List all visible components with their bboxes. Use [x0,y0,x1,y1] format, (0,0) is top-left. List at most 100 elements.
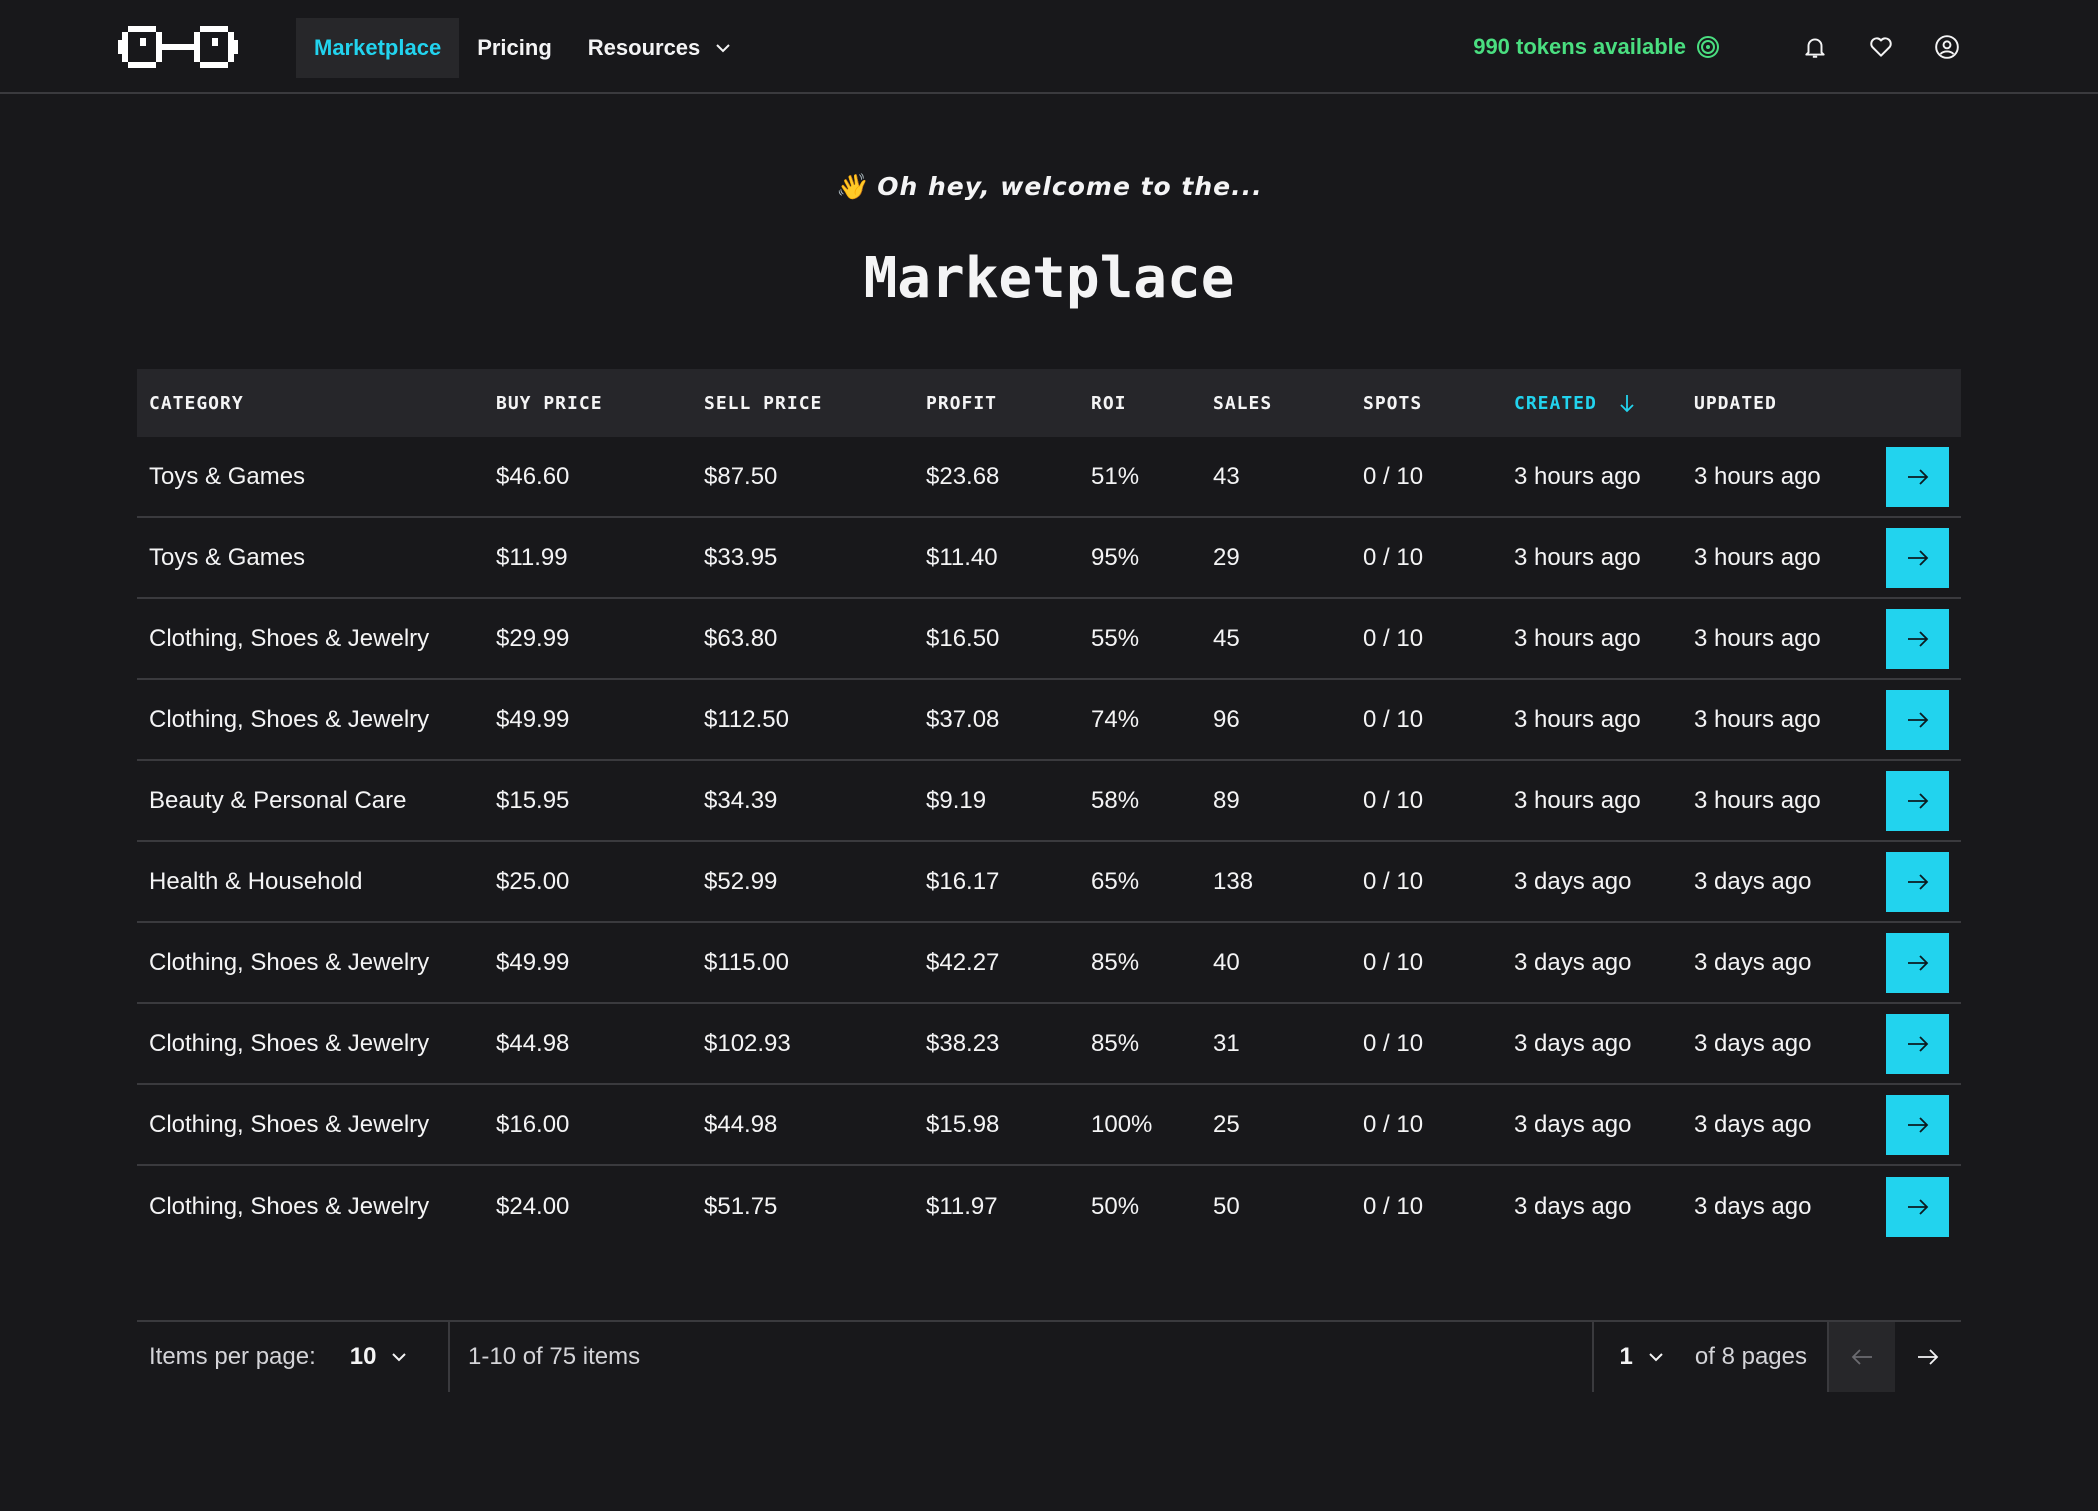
open-listing-button[interactable] [1886,851,1949,912]
arrow-right-icon [1907,954,1928,971]
cell-spots: 0 / 10 [1363,1192,1424,1220]
chevron-down-icon [392,1353,407,1362]
open-listing-button[interactable] [1886,608,1949,669]
cell-spots: 0 / 10 [1363,1110,1424,1138]
header-roi[interactable]: ROI [1079,393,1201,414]
cell-spots: 0 / 10 [1363,786,1424,814]
cell-created: 3 days ago [1514,1192,1632,1220]
header-profit[interactable]: PROFIT [914,393,1079,414]
cell-buy-price: $24.00 [496,1192,570,1220]
chevron-down-icon [716,44,730,53]
open-listing-button[interactable] [1886,1013,1949,1074]
items-per-page: Items per page: 10 [137,1322,450,1392]
header-sell-price[interactable]: SELL PRICE [692,393,914,414]
pagination: Items per page: 10 1-10 of 75 items 1 of… [137,1320,1961,1392]
header-updated[interactable]: UPDATED [1682,393,1872,414]
tokens-available[interactable]: 990 tokens available [1473,34,1720,60]
cell-roi: 85% [1091,948,1140,976]
cell-created: 3 days ago [1514,1029,1632,1057]
cell-created: 3 days ago [1514,948,1632,976]
nav-resources-dropdown[interactable]: Resources [570,18,751,78]
cell-profit: $11.97 [926,1192,998,1220]
user-icon [1935,35,1959,59]
cell-category: Clothing, Shoes & Jewelry [149,1029,430,1057]
arrow-right-icon [1907,630,1928,647]
header-spots[interactable]: SPOTS [1351,393,1502,414]
open-listing-button[interactable] [1886,932,1949,993]
open-listing-button[interactable] [1886,689,1949,750]
cell-roi: 51% [1091,462,1140,490]
cell-updated: 3 hours ago [1694,786,1821,814]
open-listing-button[interactable] [1886,1094,1949,1155]
cell-sell-price: $87.50 [704,462,778,490]
cell-buy-price: $46.60 [496,462,570,490]
cell-sales: 96 [1213,705,1240,733]
table-row: Beauty & Personal Care $15.95 $34.39 $9.… [137,761,1961,842]
header-category[interactable]: CATEGORY [137,393,484,414]
cell-created: 3 hours ago [1514,543,1641,571]
cell-action [1872,851,1961,912]
previous-page-button[interactable] [1829,1322,1895,1392]
page-select[interactable]: 1 [1620,1343,1665,1371]
cell-category: Clothing, Shoes & Jewelry [149,705,430,733]
cell-category: Clothing, Shoes & Jewelry [149,624,430,652]
cell-roi: 58% [1091,786,1140,814]
cell-updated: 3 hours ago [1694,624,1821,652]
open-listing-button[interactable] [1886,527,1949,588]
cell-updated: 3 days ago [1694,867,1812,895]
cell-updated: 3 hours ago [1694,705,1821,733]
arrow-right-icon [1907,1035,1928,1052]
page-title: Marketplace [863,246,1235,311]
cell-buy-price: $11.99 [496,543,568,571]
arrow-left-icon [1851,1349,1872,1365]
cell-category: Clothing, Shoes & Jewelry [149,1110,430,1138]
cell-created: 3 hours ago [1514,705,1641,733]
logo-glasses-icon[interactable] [118,22,238,72]
items-range: 1-10 of 75 items [468,1343,641,1370]
items-per-page-select[interactable]: 10 [350,1343,409,1371]
open-listing-button[interactable] [1886,770,1949,831]
cell-spots: 0 / 10 [1363,543,1424,571]
cell-sell-price: $33.95 [704,543,778,571]
cell-category: Health & Household [149,867,363,895]
arrow-right-icon [1907,792,1928,809]
open-listing-button[interactable] [1886,1176,1949,1237]
hero-subtitle: 👋 Oh hey, welcome to the... [0,172,2098,202]
open-listing-button[interactable] [1886,446,1949,507]
top-nav: Marketplace Pricing Resources 990 tokens… [0,0,2098,94]
table-header: CATEGORY BUY PRICE SELL PRICE PROFIT ROI… [137,369,1961,437]
cell-updated: 3 days ago [1694,948,1812,976]
notifications-button[interactable] [1802,34,1828,60]
chevron-down-icon [1649,1353,1663,1362]
cell-sales: 40 [1213,948,1240,976]
cell-created: 3 hours ago [1514,462,1641,490]
cell-roi: 50% [1091,1192,1140,1220]
header-buy-price[interactable]: BUY PRICE [484,393,692,414]
cell-sales: 31 [1213,1029,1240,1057]
arrow-right-icon [1907,468,1928,485]
nav-marketplace-link[interactable]: Marketplace [296,18,460,78]
account-button[interactable] [1934,34,1960,60]
header-created-sorted[interactable]: CREATED [1502,393,1682,414]
favorites-button[interactable] [1868,34,1894,60]
table-row: Clothing, Shoes & Jewelry $29.99 $63.80 … [137,599,1961,680]
nav-pricing-link[interactable]: Pricing [459,18,570,78]
cell-buy-price: $16.00 [496,1110,570,1138]
cell-action [1872,1013,1961,1074]
table-row: Clothing, Shoes & Jewelry $24.00 $51.75 … [137,1166,1961,1247]
cell-sell-price: $52.99 [704,867,778,895]
header-sales[interactable]: SALES [1201,393,1351,414]
cell-buy-price: $49.99 [496,705,570,733]
cell-action [1872,527,1961,588]
cell-roi: 95% [1091,543,1140,571]
bell-icon [1805,38,1825,58]
cell-profit: $23.68 [926,462,1000,490]
cell-buy-price: $25.00 [496,867,570,895]
items-per-page-label: Items per page: [149,1343,316,1370]
page-selector: 1 of 8 pages [1591,1322,1827,1392]
next-page-button[interactable] [1895,1322,1961,1392]
coin-icon [1697,36,1719,58]
cell-roi: 74% [1091,705,1140,733]
cell-action [1872,689,1961,750]
cell-profit: $9.19 [926,786,987,814]
